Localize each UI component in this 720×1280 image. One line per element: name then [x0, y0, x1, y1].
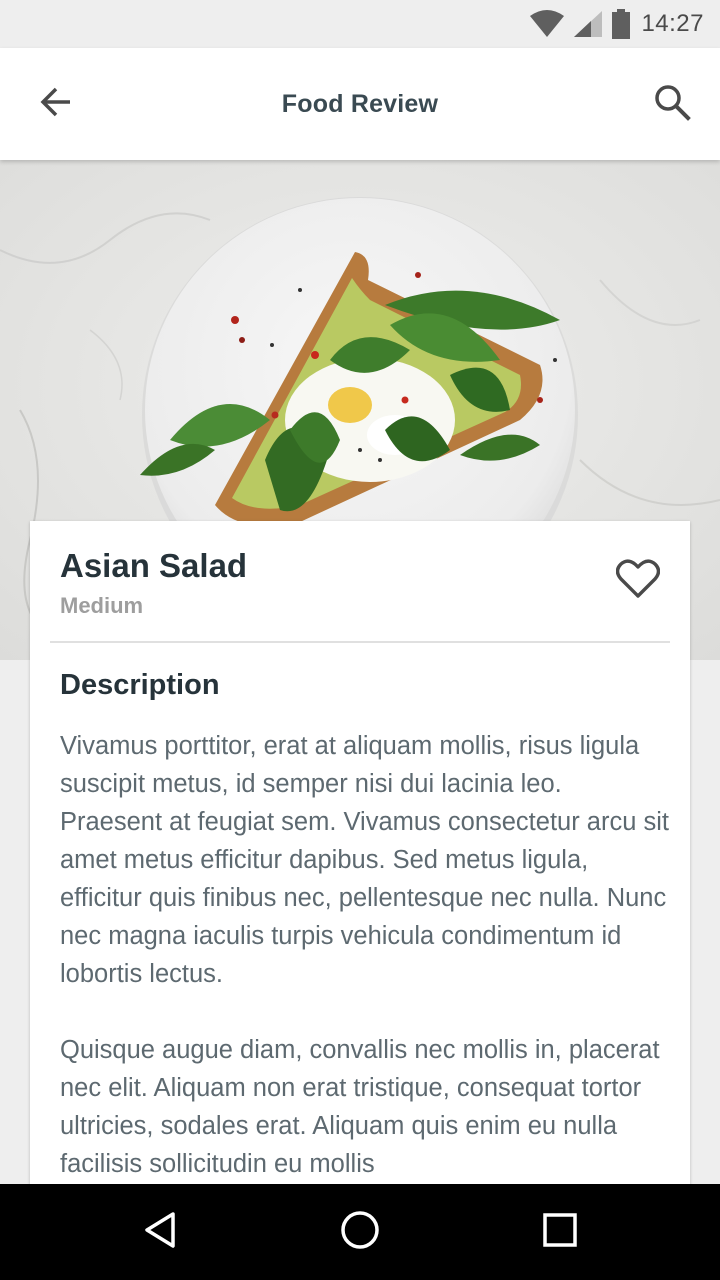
heart-outline-icon — [615, 558, 661, 604]
battery-icon — [611, 9, 631, 39]
nav-recents-icon — [541, 1211, 579, 1254]
divider — [50, 641, 670, 643]
food-difficulty: Medium — [60, 593, 144, 618]
status-bar: 14:27 — [0, 0, 720, 48]
food-card: Asian Salad Medium Description Vivamus p… — [30, 521, 690, 1241]
food-title: Asian Salad — [60, 547, 248, 584]
nav-back-icon — [140, 1210, 180, 1255]
search-icon — [653, 83, 691, 126]
description-text: Vivamus porttitor, erat at aliquam molli… — [60, 727, 670, 1183]
description-paragraph: Vivamus porttitor, erat at aliquam molli… — [60, 732, 669, 988]
page-title: Food Review — [281, 89, 439, 118]
back-button[interactable] — [30, 78, 82, 130]
arrow-back-icon — [39, 85, 73, 124]
wifi-icon — [529, 10, 565, 38]
nav-home-icon — [339, 1209, 381, 1256]
search-button[interactable] — [646, 78, 698, 130]
nav-recents-button[interactable] — [532, 1204, 588, 1260]
screen: 14:27 Food Review Asian Salad Medium Des… — [0, 0, 720, 1280]
app-bar: Food Review — [0, 48, 720, 160]
description-heading: Description — [60, 669, 220, 701]
nav-home-button[interactable] — [332, 1204, 388, 1260]
cellular-signal-icon — [573, 10, 603, 38]
description-paragraph: Quisque augue diam, convallis nec mollis… — [60, 1036, 660, 1178]
nav-back-button[interactable] — [132, 1204, 188, 1260]
favorite-button[interactable] — [614, 557, 662, 605]
navigation-bar — [0, 1184, 720, 1280]
status-time: 14:27 — [641, 10, 704, 37]
